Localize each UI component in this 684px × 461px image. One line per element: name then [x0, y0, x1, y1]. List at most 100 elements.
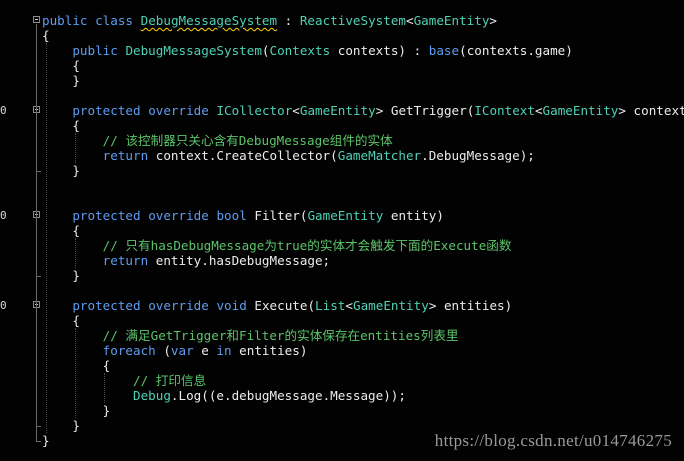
- code-line[interactable]: [0, 193, 684, 208]
- reference-count-marker[interactable]: 0: [0, 208, 7, 223]
- code-token: {: [42, 28, 50, 43]
- code-editor[interactable]: public class DebugMessageSystem : Reacti…: [0, 0, 684, 461]
- code-text: protected override ICollector<GameEntity…: [42, 103, 684, 118]
- code-token: (: [155, 343, 171, 358]
- code-line[interactable]: }: [0, 268, 684, 283]
- fold-region-end: [36, 441, 41, 442]
- code-type-name: Debug: [133, 388, 171, 403]
- reference-count-marker[interactable]: 0: [0, 298, 7, 313]
- code-token: }: [42, 433, 50, 448]
- code-type-name: Contexts: [269, 43, 331, 58]
- code-type-name: GameEntity: [299, 103, 376, 118]
- code-token: >: [489, 13, 498, 28]
- code-token: > entities): [428, 298, 513, 313]
- code-line[interactable]: {: [0, 28, 684, 43]
- code-text: {: [42, 358, 111, 373]
- code-token: <: [406, 13, 414, 28]
- code-line[interactable]: [0, 178, 684, 193]
- indent-guide: [104, 373, 105, 403]
- code-token: entity): [383, 208, 444, 223]
- code-text: protected override bool Filter(GameEntit…: [42, 208, 444, 223]
- code-line[interactable]: public DebugMessageSystem(Contexts conte…: [0, 43, 684, 58]
- code-token: {: [42, 313, 80, 328]
- code-token: > context): [618, 103, 684, 118]
- code-text: protected override void Execute(List<Gam…: [42, 298, 512, 313]
- code-keyword: return: [102, 253, 149, 268]
- code-comment: // 只有hasDebugMessage为true的实体才会触发下面的Execu…: [102, 238, 512, 253]
- reference-count-marker[interactable]: 0: [0, 103, 7, 118]
- code-line[interactable]: {: [0, 118, 684, 133]
- code-token: entity.hasDebugMessage;: [148, 253, 331, 268]
- code-line[interactable]: public class DebugMessageSystem : Reacti…: [0, 13, 684, 28]
- code-line[interactable]: {: [0, 58, 684, 73]
- code-keyword: protected: [72, 208, 141, 223]
- code-token: }: [42, 268, 80, 283]
- code-line[interactable]: 0 protected override void Execute(List<G…: [0, 298, 684, 313]
- code-text: {: [42, 223, 80, 238]
- code-line[interactable]: return entity.hasDebugMessage;: [0, 253, 684, 268]
- code-line[interactable]: 0 protected override ICollector<GameEnti…: [0, 103, 684, 118]
- code-line[interactable]: // 只有hasDebugMessage为true的实体才会触发下面的Execu…: [0, 238, 684, 253]
- code-text: Debug.Log((e.debugMessage.Message));: [42, 388, 406, 403]
- code-line[interactable]: 0 protected override bool Filter(GameEnt…: [0, 208, 684, 223]
- code-line[interactable]: {: [0, 358, 684, 373]
- code-type-name: GameEntity: [542, 103, 619, 118]
- code-text: {: [42, 58, 80, 73]
- code-token: }: [42, 163, 80, 178]
- code-token: (contexts.game): [459, 43, 573, 58]
- code-text: foreach (var e in entities): [42, 343, 308, 358]
- code-line[interactable]: [0, 283, 684, 298]
- code-token: {: [42, 223, 80, 238]
- code-keyword: foreach: [102, 343, 156, 358]
- code-line[interactable]: }: [0, 163, 684, 178]
- code-token: e: [193, 343, 217, 358]
- code-token: }: [42, 73, 80, 88]
- code-line[interactable]: {: [0, 313, 684, 328]
- fold-region-end: [36, 426, 41, 427]
- code-token: .Log((e.debugMessage.Message));: [170, 388, 406, 403]
- fold-region-line: [36, 114, 37, 171]
- code-line[interactable]: Debug.Log((e.debugMessage.Message));: [0, 388, 684, 403]
- code-line[interactable]: }: [0, 403, 684, 418]
- code-type-name: GameEntity: [413, 13, 490, 28]
- code-token: }: [42, 403, 111, 418]
- code-text: }: [42, 163, 80, 178]
- code-line[interactable]: // 该控制器只关心含有DebugMessage组件的实体: [0, 133, 684, 148]
- code-token: }: [42, 418, 80, 433]
- code-token: {: [42, 118, 80, 133]
- code-line[interactable]: {: [0, 223, 684, 238]
- code-line[interactable]: }: [0, 73, 684, 88]
- code-line[interactable]: foreach (var e in entities): [0, 343, 684, 358]
- code-keyword: protected: [72, 103, 141, 118]
- code-keyword: base: [428, 43, 460, 58]
- code-text: }: [42, 268, 80, 283]
- code-keyword: override: [148, 208, 209, 223]
- code-text: // 打印信息: [42, 373, 206, 388]
- code-type-name: GameEntity: [352, 298, 429, 313]
- code-keyword: return: [102, 148, 149, 163]
- code-line[interactable]: return context.CreateCollector(GameMatch…: [0, 148, 684, 163]
- collapse-region-icon[interactable]: [33, 16, 40, 23]
- code-token: contexts) :: [330, 43, 429, 58]
- code-token: :: [277, 13, 300, 28]
- fold-region-line: [36, 309, 37, 426]
- code-token: Execute(: [246, 298, 316, 313]
- code-text: // 只有hasDebugMessage为true的实体才会触发下面的Execu…: [42, 238, 512, 253]
- code-keyword: override: [148, 103, 209, 118]
- code-type-name: GameMatcher: [337, 148, 422, 163]
- fold-region-line: [36, 219, 37, 276]
- code-text: {: [42, 28, 50, 43]
- indent-guide: [46, 43, 47, 433]
- code-line[interactable]: // 满足GetTrigger和Filter的实体保存在entities列表里: [0, 328, 684, 343]
- code-keyword: void: [216, 298, 247, 313]
- code-comment: // 满足GetTrigger和Filter的实体保存在entities列表里: [102, 328, 459, 343]
- code-token: {: [42, 58, 80, 73]
- code-line[interactable]: // 打印信息: [0, 373, 684, 388]
- code-text: // 该控制器只关心含有DebugMessage组件的实体: [42, 133, 393, 148]
- code-type-name: GameEntity: [307, 208, 384, 223]
- code-line[interactable]: [0, 88, 684, 103]
